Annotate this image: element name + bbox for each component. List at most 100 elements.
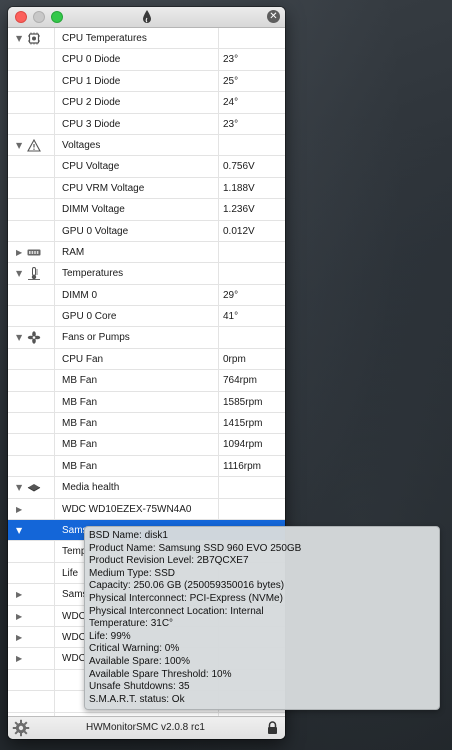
- row-name: Voltages: [62, 139, 101, 151]
- row-name: CPU 0 Diode: [62, 54, 121, 66]
- row-value: 23°: [218, 113, 285, 134]
- disclosure-expanded-icon[interactable]: ▼: [16, 135, 22, 156]
- group-row[interactable]: ▼ CPU Temperatures: [8, 28, 285, 50]
- row-value: 1.236V: [218, 199, 285, 220]
- tooltip-line: Physical Interconnect Location: Internal: [89, 605, 264, 617]
- row-value: 1094rpm: [218, 434, 285, 455]
- minimize-window-button[interactable]: [33, 11, 45, 23]
- tooltip-line: BSD Name: disk1: [89, 530, 168, 541]
- row-value: [218, 134, 285, 156]
- table-row[interactable]: DIMM 0 29°: [8, 284, 285, 307]
- table-row[interactable]: MB Fan 1116rpm: [8, 455, 285, 478]
- table-row[interactable]: DIMM Voltage 1.236V: [8, 199, 285, 221]
- row-gutter: [8, 70, 55, 92]
- row-gutter: [8, 306, 55, 327]
- table-row[interactable]: CPU Fan 0rpm: [8, 348, 285, 371]
- row-value: 24°: [218, 92, 285, 113]
- row-gutter: [8, 669, 55, 691]
- table-row[interactable]: ▶ WDC WD10EZEX-75WN4A0: [8, 498, 285, 520]
- row-gutter: [8, 177, 55, 199]
- table-row[interactable]: CPU VRM Voltage 1.188V: [8, 177, 285, 200]
- table-row[interactable]: CPU 3 Diode 23°: [8, 113, 285, 135]
- zoom-window-button[interactable]: [51, 11, 63, 23]
- group-row[interactable]: ▼ Media health: [8, 477, 285, 499]
- row-name: MB Fan: [62, 375, 98, 387]
- group-row[interactable]: ▶ RAM: [8, 241, 285, 264]
- disclosure-collapsed-icon[interactable]: ▶: [16, 499, 22, 520]
- bottom-bar: HWMonitorSMC v2.0.8 rc1: [8, 716, 285, 739]
- row-value: 1415rpm: [218, 413, 285, 434]
- row-gutter: [8, 541, 55, 562]
- tooltip-line: Product Name: Samsung SSD 960 EVO 250GB: [89, 542, 302, 554]
- table-row[interactable]: MB Fan 1415rpm: [8, 413, 285, 435]
- table-row[interactable]: MB Fan 1585rpm: [8, 391, 285, 414]
- row-name: CPU VRM Voltage: [62, 182, 145, 194]
- row-gutter: [8, 284, 55, 306]
- lock-icon[interactable]: [267, 721, 278, 735]
- title-bar[interactable]: ✕: [8, 7, 285, 28]
- close-window-button[interactable]: [15, 11, 27, 23]
- cpu-icon: [27, 32, 41, 45]
- disclosure-expanded-icon[interactable]: ▼: [16, 28, 22, 49]
- tooltip-line: Capacity: 250.06 GB (250059350016 bytes): [89, 580, 285, 592]
- row-name: CPU Voltage: [62, 161, 120, 173]
- group-row[interactable]: ▼ Temperatures: [8, 263, 285, 285]
- disclosure-collapsed-icon[interactable]: ▶: [16, 606, 22, 627]
- row-name: MB Fan: [62, 418, 98, 430]
- disclosure-expanded-icon[interactable]: ▼: [16, 520, 22, 541]
- table-row[interactable]: CPU 2 Diode 24°: [8, 92, 285, 114]
- x-circle-icon[interactable]: ✕: [267, 10, 280, 23]
- row-value: [218, 477, 285, 498]
- disclosure-collapsed-icon[interactable]: ▶: [16, 648, 22, 669]
- table-row[interactable]: GPU 0 Voltage 0.012V: [8, 220, 285, 242]
- row-value: 0.012V: [218, 220, 285, 241]
- tooltip-line: Temperature: 31C°: [89, 618, 174, 630]
- row-gutter: [8, 113, 55, 134]
- tooltip-line: Available Spare Threshold: 10%: [89, 668, 232, 680]
- disclosure-collapsed-icon[interactable]: ▶: [16, 584, 22, 605]
- tooltip-line: Critical Warning: 0%: [89, 643, 180, 655]
- disclosure-collapsed-icon[interactable]: ▶: [16, 627, 22, 648]
- table-row[interactable]: MB Fan 764rpm: [8, 370, 285, 392]
- tooltip-line: Unsafe Shutdowns: 35: [89, 681, 190, 693]
- row-value: 0rpm: [218, 348, 285, 370]
- ram-icon: [27, 246, 41, 259]
- row-gutter: [8, 92, 55, 113]
- row-name: Fans or Pumps: [62, 332, 130, 344]
- row-name: Temperatures: [62, 268, 124, 280]
- row-value: [218, 241, 285, 263]
- gear-icon[interactable]: [12, 719, 30, 737]
- row-gutter: [8, 413, 55, 434]
- row-name: CPU Fan: [62, 353, 104, 365]
- row-name: MB Fan: [62, 460, 98, 472]
- group-row[interactable]: ▼ Voltages: [8, 134, 285, 157]
- row-value: [218, 327, 285, 348]
- row-value: 41°: [218, 306, 285, 327]
- row-value: [218, 28, 285, 49]
- table-row[interactable]: GPU 0 Core 41°: [8, 306, 285, 328]
- disclosure-expanded-icon[interactable]: ▼: [16, 327, 22, 348]
- disclosure-collapsed-icon[interactable]: ▶: [16, 242, 22, 263]
- row-gutter: [8, 199, 55, 220]
- table-row[interactable]: CPU Voltage 0.756V: [8, 156, 285, 178]
- disclosure-expanded-icon[interactable]: ▼: [16, 263, 22, 284]
- row-value: [218, 498, 285, 519]
- row-value: 1585rpm: [218, 391, 285, 413]
- table-row[interactable]: CPU 0 Diode 23°: [8, 49, 285, 71]
- row-gutter: [8, 220, 55, 241]
- row-gutter: [8, 691, 55, 712]
- disclosure-expanded-icon[interactable]: ▼: [16, 477, 22, 498]
- row-name: CPU Temperatures: [62, 33, 147, 44]
- drop-icon: [143, 10, 151, 23]
- row-name: GPU 0 Core: [62, 311, 117, 323]
- table-row[interactable]: CPU 1 Diode 25°: [8, 70, 285, 93]
- row-gutter: [8, 434, 55, 455]
- app-title: HWMonitorSMC v2.0.8 rc1: [86, 722, 205, 733]
- group-row[interactable]: ▼ Fans or Pumps: [8, 327, 285, 349]
- tooltip-line: S.M.A.R.T. status: Ok: [89, 693, 185, 705]
- table-row[interactable]: MB Fan 1094rpm: [8, 434, 285, 456]
- row-gutter: [8, 562, 55, 584]
- row-name: CPU 2 Diode: [62, 97, 121, 109]
- row-name: CPU 1 Diode: [62, 75, 121, 87]
- row-value: 23°: [218, 49, 285, 70]
